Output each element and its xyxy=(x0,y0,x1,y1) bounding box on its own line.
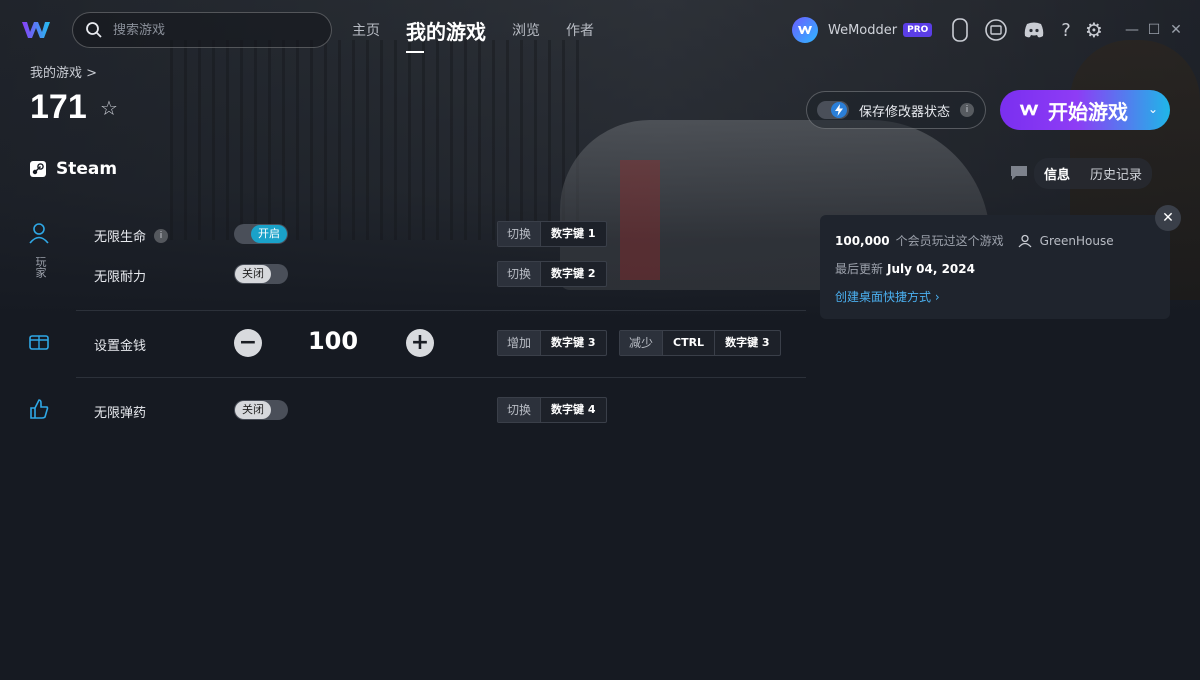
hotkey-key: 数字键 1 xyxy=(540,222,605,246)
close-card-button[interactable]: ✕ xyxy=(1155,205,1181,231)
search-input[interactable] xyxy=(113,22,313,38)
game-info-card: 100,000 个会员玩过这个游戏 GreenHouse 最后更新 July 04… xyxy=(820,215,1170,319)
hotkey-action: 切换 xyxy=(498,262,541,286)
members-count: 100,000 xyxy=(835,233,890,248)
last-updated-date: July 04, 2024 xyxy=(887,262,975,276)
hotkey-key: 数字键 3 xyxy=(714,331,779,355)
cheat-label: 无限耐力 xyxy=(94,270,147,285)
platform-label: Steam xyxy=(30,159,117,179)
user-icon xyxy=(1018,234,1032,247)
toggle-state-label: 开启 xyxy=(251,225,287,243)
increase-money-button[interactable]: + xyxy=(406,329,434,357)
nav-home[interactable]: 主页 xyxy=(352,20,380,40)
cheat-set-money: 设置金钱 xyxy=(94,335,146,354)
search-box[interactable] xyxy=(72,12,332,48)
toggle-state-label: 关闭 xyxy=(235,265,271,283)
minimize-button[interactable]: — xyxy=(1122,20,1142,40)
hotkey-key: 数字键 2 xyxy=(540,262,605,286)
cheat-label: 无限弹药 xyxy=(94,406,147,421)
nav-browse[interactable]: 浏览 xyxy=(512,20,540,40)
author-name: GreenHouse xyxy=(1039,233,1114,248)
pro-badge: PRO xyxy=(903,23,933,37)
cheat-toggle-unlimited-ammo[interactable]: 关闭 xyxy=(234,400,288,420)
hotkey-unlimited-ammo[interactable]: 切换 数字键 4 xyxy=(497,397,607,423)
cheat-toggle-unlimited-stamina[interactable]: 关闭 xyxy=(234,264,288,284)
cheat-unlimited-stamina: 无限耐力 xyxy=(94,266,146,285)
favorite-star-icon[interactable]: ☆ xyxy=(100,96,118,120)
create-shortcut-link[interactable]: 创建桌面快捷方式 › xyxy=(835,288,940,305)
maximize-button[interactable]: ☐ xyxy=(1144,20,1164,40)
cheat-label: 无限生命 xyxy=(94,230,147,245)
hero-fence xyxy=(170,40,590,240)
play-button[interactable]: 开始游戏 ⌄ xyxy=(1000,90,1170,130)
hotkey-unlimited-stamina[interactable]: 切换 数字键 2 xyxy=(497,261,607,287)
decrease-money-button[interactable]: − xyxy=(234,329,262,357)
hotkey-key: 数字键 4 xyxy=(540,398,605,422)
hotkey-unlimited-health[interactable]: 切换 数字键 1 xyxy=(497,221,607,247)
avatar-logo-icon xyxy=(798,26,812,34)
cheat-unlimited-ammo: 无限弹药 xyxy=(94,402,146,421)
info-icon[interactable]: i xyxy=(960,103,975,117)
save-mods-label: 保存修改器状态 xyxy=(859,104,951,120)
divider xyxy=(76,310,806,311)
tab-group: 信息 历史记录 xyxy=(1034,157,1153,189)
hotkey-key: 数字键 3 xyxy=(540,331,605,355)
last-updated-label: 最后更新 xyxy=(835,262,884,276)
overlay-icon[interactable] xyxy=(984,18,1008,42)
discord-icon[interactable] xyxy=(1022,18,1046,42)
lightning-icon xyxy=(831,102,847,118)
phone-icon[interactable] xyxy=(948,18,972,42)
hotkey-modifier: CTRL xyxy=(662,331,714,355)
search-icon xyxy=(86,22,102,38)
tab-history[interactable]: 历史记录 xyxy=(1080,158,1152,189)
chat-icon[interactable] xyxy=(1010,165,1028,181)
hotkey-action: 切换 xyxy=(498,222,541,246)
chevron-down-icon[interactable]: ⌄ xyxy=(1148,102,1158,116)
main-nav: 主页 我的游戏 浏览 作者 xyxy=(352,0,620,60)
nav-my-games[interactable]: 我的游戏 xyxy=(406,16,486,53)
username: WeModder xyxy=(828,22,898,38)
platform-name: Steam xyxy=(56,159,118,179)
info-icon[interactable]: i xyxy=(154,228,169,243)
last-updated: 最后更新 July 04, 2024 xyxy=(835,260,975,277)
toggle-state-label: 关闭 xyxy=(235,401,271,419)
player-icon xyxy=(29,223,49,244)
close-window-button[interactable]: ✕ xyxy=(1166,20,1186,40)
settings-gear-icon[interactable]: ⚙ xyxy=(1082,18,1106,42)
user-menu[interactable]: WeModder PRO xyxy=(792,16,933,44)
cheat-unlimited-health: 无限生命 i xyxy=(94,226,169,245)
wallet-icon xyxy=(29,335,49,350)
side-tabs: 信息 历史记录 xyxy=(1010,157,1153,189)
nav-creators[interactable]: 作者 xyxy=(566,20,594,40)
save-mods-switch[interactable] xyxy=(817,101,849,119)
tab-info[interactable]: 信息 xyxy=(1034,158,1080,189)
members-text: 个会员玩过这个游戏 xyxy=(895,234,1004,248)
category-player-label: 玩家 xyxy=(34,256,47,278)
hotkey-increase-money[interactable]: 增加 数字键 3 xyxy=(497,330,607,356)
thumbs-up-icon xyxy=(30,399,49,419)
steam-icon xyxy=(30,161,46,177)
hotkey-action: 切换 xyxy=(498,398,541,422)
money-value[interactable]: 100 xyxy=(300,327,366,355)
play-button-label: 开始游戏 xyxy=(1048,99,1128,124)
cheat-toggle-unlimited-health[interactable]: 开启 xyxy=(234,224,288,244)
breadcrumb[interactable]: 我的游戏 > xyxy=(30,62,97,81)
author[interactable]: GreenHouse xyxy=(1018,234,1114,248)
members-row: 100,000 个会员玩过这个游戏 GreenHouse xyxy=(835,232,1114,249)
top-bar: 主页 我的游戏 浏览 作者 WeModder PRO ? ⚙ — ☐ ✕ xyxy=(0,0,1200,60)
help-icon[interactable]: ? xyxy=(1054,18,1078,42)
wemod-logo-icon[interactable] xyxy=(20,18,52,42)
hotkey-action: 减少 xyxy=(620,331,663,355)
hotkey-action: 增加 xyxy=(498,331,541,355)
hero-car-stripe xyxy=(620,160,660,280)
page-title: 171 xyxy=(30,88,87,126)
avatar xyxy=(792,17,818,43)
hotkey-decrease-money[interactable]: 减少 CTRL 数字键 3 xyxy=(619,330,781,356)
divider xyxy=(76,377,806,378)
save-mods-toggle[interactable]: 保存修改器状态 i xyxy=(806,91,986,129)
cheat-label: 设置金钱 xyxy=(94,339,147,354)
play-logo-icon xyxy=(1019,104,1039,116)
